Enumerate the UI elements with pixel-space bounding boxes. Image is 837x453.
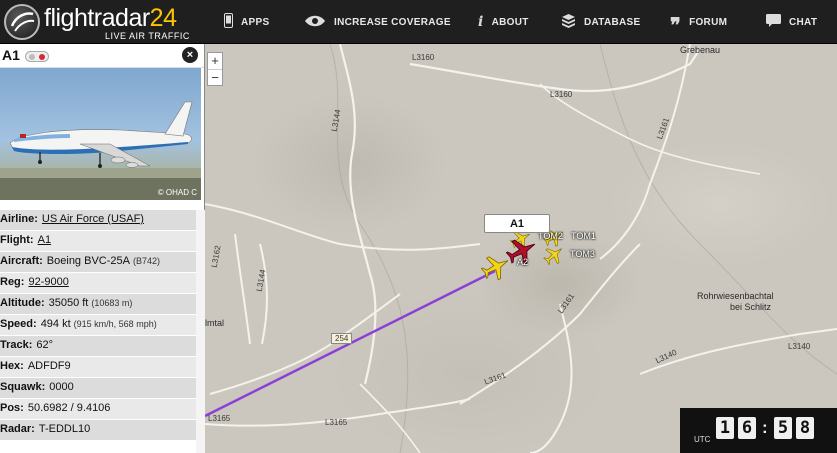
nav-label: DATABASE <box>584 16 641 28</box>
nav-chat[interactable]: CHAT <box>766 0 817 44</box>
nav-forum[interactable]: ❞ FORUM <box>670 0 727 44</box>
place-label: lmtal <box>205 318 225 328</box>
place-label: Grebenau <box>680 45 721 55</box>
row-key: Reg: <box>0 276 25 288</box>
database-icon <box>561 13 576 31</box>
detail-row-radar: Radar: T-EDDL10 <box>0 420 205 441</box>
flight-details-list: Airline: US Air Force (USAF) Flight: A1 Ai… <box>0 210 205 441</box>
row-key: Track: <box>0 339 33 351</box>
brand-logo[interactable]: flightradar24 LIVE AIR TRAFFIC <box>4 2 204 42</box>
row-key: Flight: <box>0 234 34 246</box>
road-label: L3140 <box>788 342 811 351</box>
zoom-in-button[interactable]: + <box>208 53 222 69</box>
row-value: ADFDF9 <box>27 360 71 372</box>
detail-row-speed: Speed: 494 kt (915 km/h, 568 mph) <box>0 315 205 336</box>
app-root: L3160 L3160 L3144 L3161 L3162 L3144 L316… <box>0 0 837 453</box>
row-subvalue: (B742) <box>132 256 160 266</box>
toggle-dot-icon <box>29 54 35 60</box>
detail-row-reg: Reg: 92-9000 <box>0 273 205 294</box>
aircraft-label: A2 <box>517 257 529 267</box>
panel-header: A1 × <box>0 44 204 68</box>
panel-title: A1 <box>2 47 20 63</box>
registration-link[interactable]: 92-9000 <box>28 276 68 293</box>
nav-label: APPS <box>241 16 270 28</box>
panel-follow-toggle[interactable] <box>25 51 49 62</box>
toggle-dot-icon <box>39 54 45 60</box>
row-value: Boeing BVC-25A <box>46 255 130 267</box>
detail-row-pos: Pos: 50.6982 / 9.4106 <box>0 399 205 420</box>
nav-label: CHAT <box>789 16 818 28</box>
top-nav-bar: flightradar24 LIVE AIR TRAFFIC APPS INCR… <box>0 0 837 44</box>
close-button[interactable]: × <box>182 47 198 63</box>
clock-digit: 8 <box>796 417 814 439</box>
panel-scrollbar[interactable] <box>196 210 205 453</box>
row-value: 0000 <box>49 381 74 393</box>
place-label: bei Schlitz <box>730 302 772 312</box>
nav-label: FORUM <box>689 16 728 28</box>
nav-about[interactable]: i ABOUT <box>478 0 529 44</box>
detail-row-track: Track: 62° <box>0 336 205 357</box>
place-label: Rohrwiesenbachtal <box>697 291 774 301</box>
detail-row-flight: Flight: A1 <box>0 231 205 252</box>
road-label: L3160 <box>550 90 573 99</box>
row-subvalue: (10683 m) <box>91 298 133 308</box>
detail-row-altitude: Altitude: 35050 ft (10683 m) <box>0 294 205 315</box>
quote-icon: ❞ <box>670 13 682 37</box>
road-label: L3165 <box>325 418 348 427</box>
row-key: Squawk: <box>0 381 46 393</box>
clock-separator: : <box>762 418 768 437</box>
brand-name-part: flightradar <box>44 4 150 32</box>
highway-shield: 254 <box>331 333 353 344</box>
brand-name: flightradar24 <box>44 4 177 33</box>
row-key: Speed: <box>0 318 37 330</box>
selected-flight-tag[interactable]: A1 <box>484 214 550 233</box>
row-key: Airline: <box>0 213 38 225</box>
aircraft-photo[interactable]: © OHAD C <box>0 68 201 200</box>
logo-mark <box>4 4 40 40</box>
nav-database[interactable]: DATABASE <box>561 0 640 44</box>
aircraft-photo-illustration <box>0 101 201 200</box>
clock-digit: 6 <box>738 417 756 439</box>
detail-row-squawk: Squawk: 0000 <box>0 378 205 399</box>
row-key: Altitude: <box>0 297 45 309</box>
row-value: 494 kt <box>40 318 71 330</box>
info-icon: i <box>478 14 484 30</box>
flight-info-panel: A1 × © OHAD C Airline: US Air Force (USA… <box>0 44 205 453</box>
row-subvalue: (915 km/h, 568 mph) <box>73 319 157 329</box>
detail-row-aircraft: Aircraft: Boeing BVC-25A (B742) <box>0 252 205 273</box>
eye-icon <box>304 14 326 30</box>
utc-clock: UTC 1 6 : 5 8 <box>680 408 837 453</box>
clock-digit: 1 <box>716 417 734 439</box>
road-label: L3160 <box>412 53 435 62</box>
row-key: Hex: <box>0 360 24 372</box>
airline-link[interactable]: US Air Force (USAF) <box>42 213 144 230</box>
flight-link[interactable]: A1 <box>38 234 51 251</box>
row-value: 35050 ft <box>48 297 89 309</box>
row-value: 62° <box>36 339 54 351</box>
road-label: L3165 <box>208 414 231 423</box>
zoom-control: + − <box>207 52 223 86</box>
row-key: Aircraft: <box>0 255 43 267</box>
aircraft-icon[interactable] <box>543 244 565 266</box>
row-value: 50.6982 / 9.4106 <box>27 402 111 414</box>
nav-apps[interactable]: APPS <box>224 0 269 44</box>
nav-label: INCREASE COVERAGE <box>334 16 451 28</box>
brand-name-number: 24 <box>149 4 177 32</box>
row-key: Pos: <box>0 402 24 414</box>
nav-label: ABOUT <box>491 16 529 28</box>
utc-label: UTC <box>694 435 711 444</box>
detail-row-hex: Hex: ADFDF9 <box>0 357 205 378</box>
aircraft-label: TOM1 <box>571 231 596 241</box>
phone-icon <box>224 13 233 31</box>
aircraft-label: TOM3 <box>570 249 595 259</box>
clock-digit: 5 <box>774 417 792 439</box>
zoom-out-button[interactable]: − <box>208 69 222 85</box>
brand-tagline: LIVE AIR TRAFFIC <box>105 31 190 41</box>
row-value: T-EDDL10 <box>38 423 91 435</box>
photo-credit: © OHAD C <box>157 188 197 197</box>
chat-bubble-icon <box>766 14 781 30</box>
detail-row-airline: Airline: US Air Force (USAF) <box>0 210 205 231</box>
nav-increase-coverage[interactable]: INCREASE COVERAGE <box>304 0 451 44</box>
row-key: Radar: <box>0 423 35 435</box>
